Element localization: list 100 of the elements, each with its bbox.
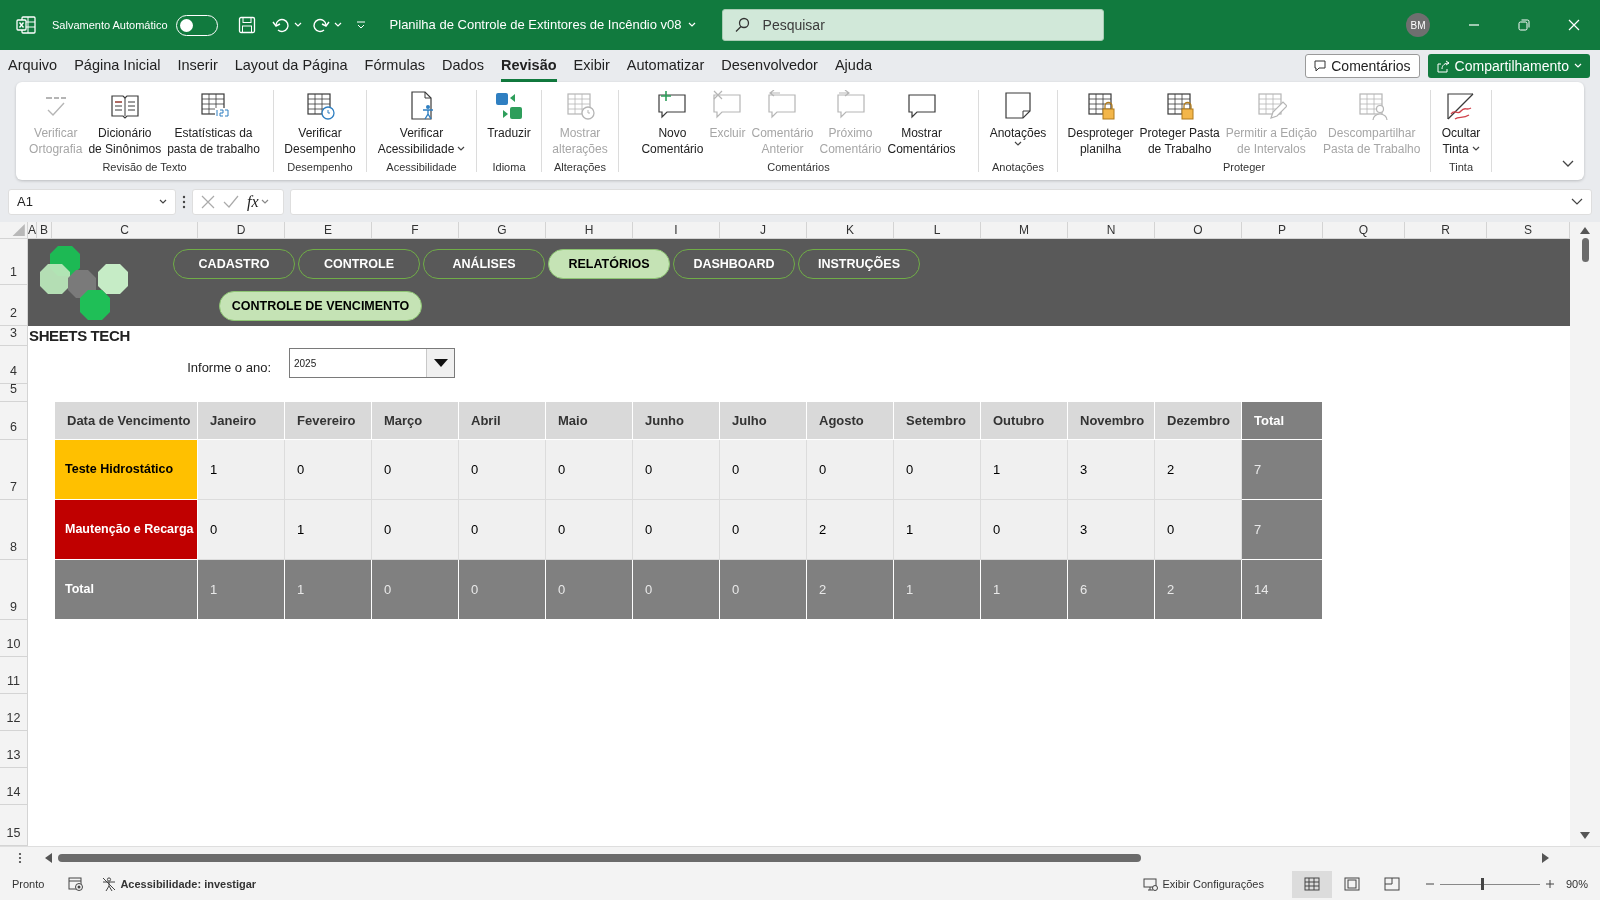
table-cell: 1 <box>198 440 285 500</box>
view-button[interactable] <box>1291 870 1332 898</box>
more-icon <box>182 195 186 209</box>
menu-tab[interactable]: Inserir <box>177 50 218 82</box>
zoom-in-icon[interactable] <box>1545 880 1554 888</box>
column-header[interactable]: H <box>546 222 633 239</box>
column-header[interactable]: L <box>894 222 981 239</box>
ribbon-button[interactable]: Novo Comentário <box>638 90 707 157</box>
close-icon[interactable] <box>1568 19 1580 31</box>
column-header: Data de Vencimento <box>55 402 198 440</box>
ribbon-button[interactable]: Verificar Desempenho <box>281 90 359 157</box>
scroll-left-icon[interactable] <box>44 852 52 863</box>
name-box[interactable]: A1 <box>8 189 176 215</box>
column-header[interactable]: G <box>459 222 546 239</box>
ribbon-button[interactable]: Dicionário de Sinônimos <box>85 90 165 157</box>
scroll-down-icon[interactable] <box>1580 832 1590 840</box>
row-header[interactable]: 12 <box>0 694 28 731</box>
more-icon[interactable] <box>18 851 22 864</box>
row-header[interactable]: 4 <box>0 346 28 384</box>
ribbon-button[interactable]: Verificar Acessibilidade <box>374 90 469 157</box>
ribbon-button[interactable]: Anotações <box>986 90 1050 147</box>
row-header[interactable]: 3 <box>0 326 28 346</box>
row-header[interactable]: 2 <box>0 285 28 326</box>
row-header[interactable]: 9 <box>0 560 28 620</box>
year-dropdown[interactable]: 2025 <box>289 348 455 378</box>
table-cell: 0 <box>459 440 546 500</box>
zoom-out-icon[interactable] <box>1425 880 1434 888</box>
column-header[interactable]: O <box>1155 222 1242 239</box>
menu-tab[interactable]: Layout da Página <box>234 50 348 82</box>
table-cell: 0 <box>459 560 546 620</box>
column-header[interactable]: D <box>198 222 285 239</box>
column-header: Dezembro <box>1155 402 1242 440</box>
menu-tab[interactable]: Automatizar <box>626 50 705 82</box>
ribbon-button[interactable]: Estatísticas da pasta de trabalho <box>164 90 263 157</box>
scroll-thumb[interactable] <box>1581 238 1589 262</box>
column-header[interactable]: E <box>285 222 372 239</box>
column-header[interactable]: P <box>1242 222 1323 239</box>
row-header[interactable]: 7 <box>0 440 28 500</box>
accessibility-button[interactable]: Acessibilidade: investigar <box>102 875 257 893</box>
column-header[interactable]: K <box>807 222 894 239</box>
nav-button[interactable]: CONTROLE <box>298 249 420 279</box>
column-header[interactable]: C <box>52 222 198 239</box>
scroll-up-icon[interactable] <box>1580 226 1590 234</box>
macro-record-icon[interactable] <box>68 877 85 891</box>
table-cell: 1 <box>285 560 372 620</box>
nav-button[interactable]: INSTRUÇÕES <box>798 249 920 279</box>
table-cell: 2 <box>1155 440 1242 500</box>
column-header[interactable]: F <box>372 222 459 239</box>
zoom-slider[interactable] <box>1439 877 1540 891</box>
column-header[interactable]: S <box>1487 222 1570 239</box>
column-header[interactable]: N <box>1068 222 1155 239</box>
nav-button[interactable]: CADASTRO <box>173 249 295 279</box>
row-header[interactable]: 1 <box>0 239 28 285</box>
menu-tab[interactable]: Desenvolvedor <box>721 50 818 82</box>
column-header[interactable]: M <box>981 222 1068 239</box>
nav-button[interactable]: ANÁLISES <box>423 249 545 279</box>
row-header[interactable]: 14 <box>0 768 28 805</box>
ribbon-button[interactable]: Desproteger planilha <box>1064 90 1137 157</box>
row-header[interactable]: 11 <box>0 657 28 694</box>
menu-tab[interactable]: Dados <box>442 50 484 82</box>
column-header[interactable]: J <box>720 222 807 239</box>
nav-button[interactable]: RELATÓRIOS <box>548 249 670 279</box>
table-cell: 0 <box>546 500 633 560</box>
column-header[interactable]: B <box>37 222 52 239</box>
menu-tab[interactable]: Arquivo <box>8 50 58 82</box>
check-icon[interactable] <box>223 195 239 209</box>
table-cell: 0 <box>1155 500 1242 560</box>
zoom-level[interactable]: 90% <box>1565 875 1588 893</box>
ribbon-button[interactable]: Proteger Pasta de Trabalho <box>1136 90 1223 157</box>
ribbon-button[interactable]: Ocultar Tinta <box>1438 90 1484 157</box>
column-header[interactable]: R <box>1405 222 1487 239</box>
row-header[interactable]: 13 <box>0 731 28 768</box>
nav-button[interactable]: CONTROLE DE VENCIMENTO <box>219 291 422 321</box>
row-header[interactable]: 6 <box>0 402 28 440</box>
display-settings-button[interactable]: Exibir Configurações <box>1143 875 1264 893</box>
share-button[interactable]: Compartilhamento <box>1427 54 1590 78</box>
search-field[interactable]: Pesquisar <box>721 9 1104 41</box>
menu-tab[interactable]: Exibir <box>573 50 610 82</box>
ribbon-button[interactable]: Traduzir <box>484 90 534 141</box>
row-header[interactable]: 10 <box>0 620 28 657</box>
avatar[interactable]: BM <box>1406 13 1430 37</box>
menu-tab[interactable]: Fórmulas <box>364 50 426 82</box>
scroll-thumb[interactable] <box>58 853 1141 862</box>
row-header[interactable]: 8 <box>0 500 28 560</box>
row-header[interactable]: 5 <box>0 384 28 402</box>
ribbon-button[interactable]: Mostrar Comentários <box>884 90 959 157</box>
row-header[interactable]: 15 <box>0 805 28 846</box>
collapse-ribbon-icon[interactable] <box>1562 160 1574 168</box>
group-label: Comentários <box>766 160 831 174</box>
column-header[interactable]: I <box>633 222 720 239</box>
page-break-icon <box>1383 877 1400 891</box>
formula-input[interactable] <box>290 189 1592 215</box>
comments-button[interactable]: Comentários <box>1305 54 1420 78</box>
restore-icon[interactable] <box>1518 19 1530 31</box>
scroll-right-icon[interactable] <box>1542 852 1550 863</box>
menu-tab[interactable]: Página Inicial <box>74 50 161 82</box>
nav-button[interactable]: DASHBOARD <box>673 249 795 279</box>
menu-tab[interactable]: Ajuda <box>834 50 873 82</box>
column-header[interactable]: Q <box>1323 222 1405 239</box>
table-cell: 1 <box>981 560 1068 620</box>
